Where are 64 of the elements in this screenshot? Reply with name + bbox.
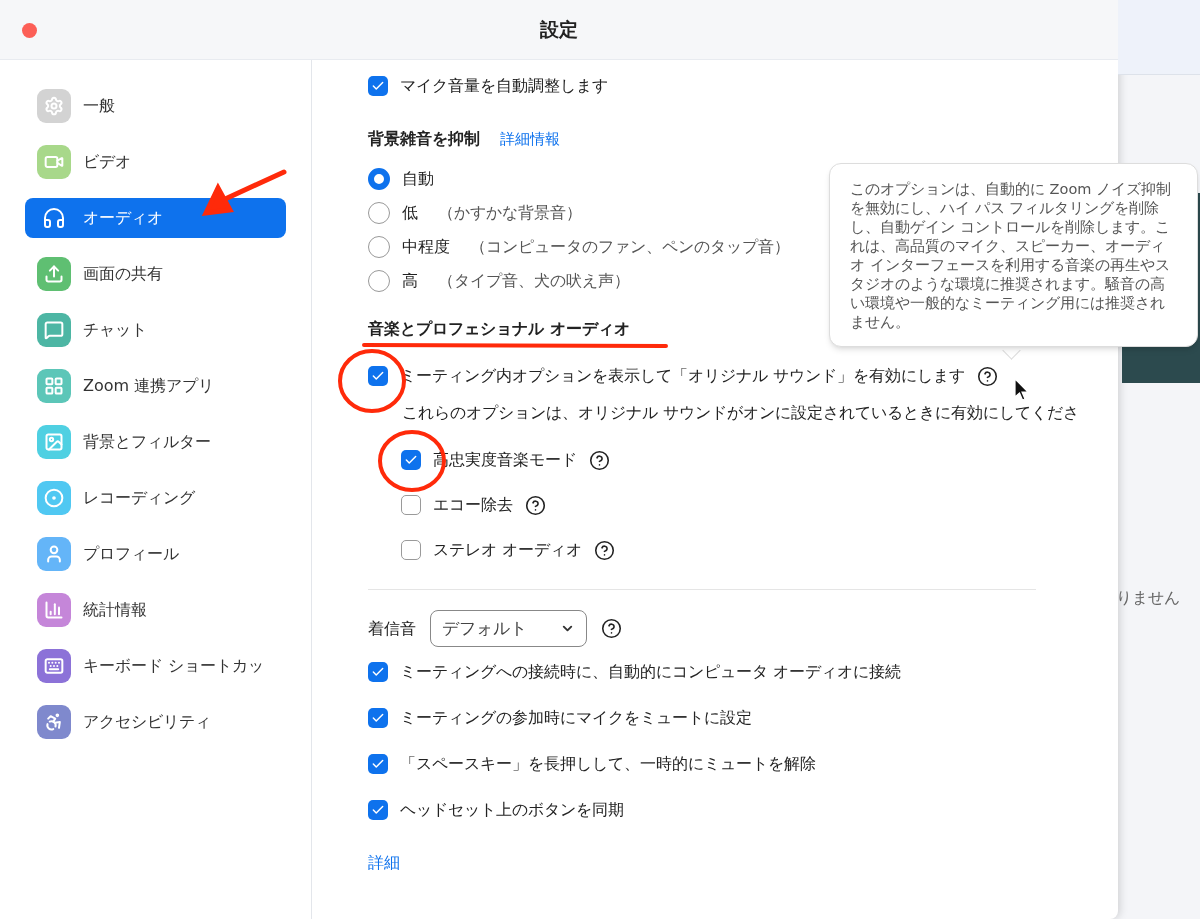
checkbox[interactable]	[368, 800, 388, 820]
section-heading: 音楽とプロフェショナル オーディオ	[368, 318, 630, 340]
option-label: ヘッドセット上のボタンを同期	[400, 799, 624, 821]
checkbox[interactable]	[401, 495, 421, 515]
checkbox[interactable]	[368, 708, 388, 728]
checkbox[interactable]	[368, 754, 388, 774]
option-label: ミーティングへの接続時に、自動的にコンピュータ オーディオに接続	[400, 661, 902, 683]
sidebar-item[interactable]: プロフィール	[25, 534, 286, 574]
ringtone-dropdown[interactable]: デフォルト	[430, 610, 587, 647]
option-note: （タイプ音、犬の吠え声）	[438, 270, 630, 292]
option-label: 「スペースキー」を長押しして、一時的にミュートを解除	[400, 753, 816, 775]
help-icon[interactable]	[594, 539, 616, 561]
sidebar-item[interactable]: 一般	[25, 86, 286, 126]
sidebar-item[interactable]: アクセシビリティ	[25, 702, 286, 742]
option-label: 中程度	[402, 236, 450, 258]
mouse-pointer-icon	[1014, 378, 1030, 402]
sidebar-item[interactable]: ビデオ	[25, 142, 286, 182]
option-label: ミーティングの参加時にマイクをミュートに設定	[400, 707, 752, 729]
sidebar-item[interactable]: Zoom 連携アプリ	[25, 366, 286, 406]
check-icon	[371, 369, 385, 383]
option-note: （かすかな背景音）	[438, 202, 582, 224]
radio-button[interactable]	[368, 236, 390, 258]
check-icon	[371, 803, 385, 817]
help-icon[interactable]	[601, 618, 622, 639]
help-icon[interactable]	[589, 449, 610, 471]
checkbox[interactable]	[401, 540, 421, 560]
check-icon	[371, 79, 385, 93]
radio-button[interactable]	[368, 168, 390, 190]
help-icon[interactable]	[525, 494, 546, 516]
sidebar-item[interactable]: キーボード ショートカッ	[25, 646, 286, 686]
annotation-circle	[376, 428, 448, 494]
sidebar-item[interactable]: 背景とフィルター	[25, 422, 286, 462]
section-heading: 背景雑音を抑制	[368, 128, 480, 150]
sidebar-item[interactable]: チャット	[25, 310, 286, 350]
check-icon	[371, 665, 385, 679]
option-label: 低	[402, 202, 418, 224]
option-label: エコー除去	[433, 494, 513, 516]
more-link[interactable]: 詳細	[368, 851, 400, 875]
radio-button[interactable]	[368, 270, 390, 292]
sidebar-item[interactable]: オーディオ	[25, 198, 286, 238]
help-icon[interactable]	[977, 365, 999, 387]
option-label: マイク音量を自動調整します	[400, 75, 608, 97]
sidebar-item[interactable]: 統計情報	[25, 590, 286, 630]
checkbox[interactable]	[368, 366, 388, 386]
option-note: （コンピュータのファン、ペンのタップ音）	[470, 236, 790, 258]
option-label: 高	[402, 270, 418, 292]
learn-more-link[interactable]: 詳細情報	[500, 127, 560, 151]
sidebar-item[interactable]: 画面の共有	[25, 254, 286, 294]
window-title: 設定	[540, 17, 578, 43]
radio-button[interactable]	[368, 202, 390, 224]
checkbox[interactable]	[401, 450, 421, 470]
option-label: 自動	[402, 168, 434, 190]
close-window-icon[interactable]	[22, 23, 37, 38]
check-icon	[371, 711, 385, 725]
check-icon	[404, 453, 418, 467]
checkbox[interactable]	[368, 76, 388, 96]
check-icon	[371, 757, 385, 771]
background-window-text: りません	[1116, 587, 1181, 609]
sidebar-item[interactable]: レコーディング	[25, 478, 286, 518]
option-label: ステレオ オーディオ	[433, 539, 583, 561]
ringtone-label: 着信音	[368, 617, 416, 640]
tooltip: このオプションは、自動的に Zoom ノイズ抑制を無効にし、ハイ パス フィルタリングを削除し、自動ゲイン コントロールを削除します。これは、高品質のマイク、スピーカー、オーディオ インターフェースを利用する音楽の再生やスタジオのような環境に推奨されます。騒音の高い環境や一般的なミーティング用には推奨されません。	[829, 163, 1198, 347]
info-text: これらのオプションは、オリジナル サウンドがオンに設定されているときに有効にしてくださ	[402, 402, 1081, 424]
checkbox[interactable]	[368, 662, 388, 682]
